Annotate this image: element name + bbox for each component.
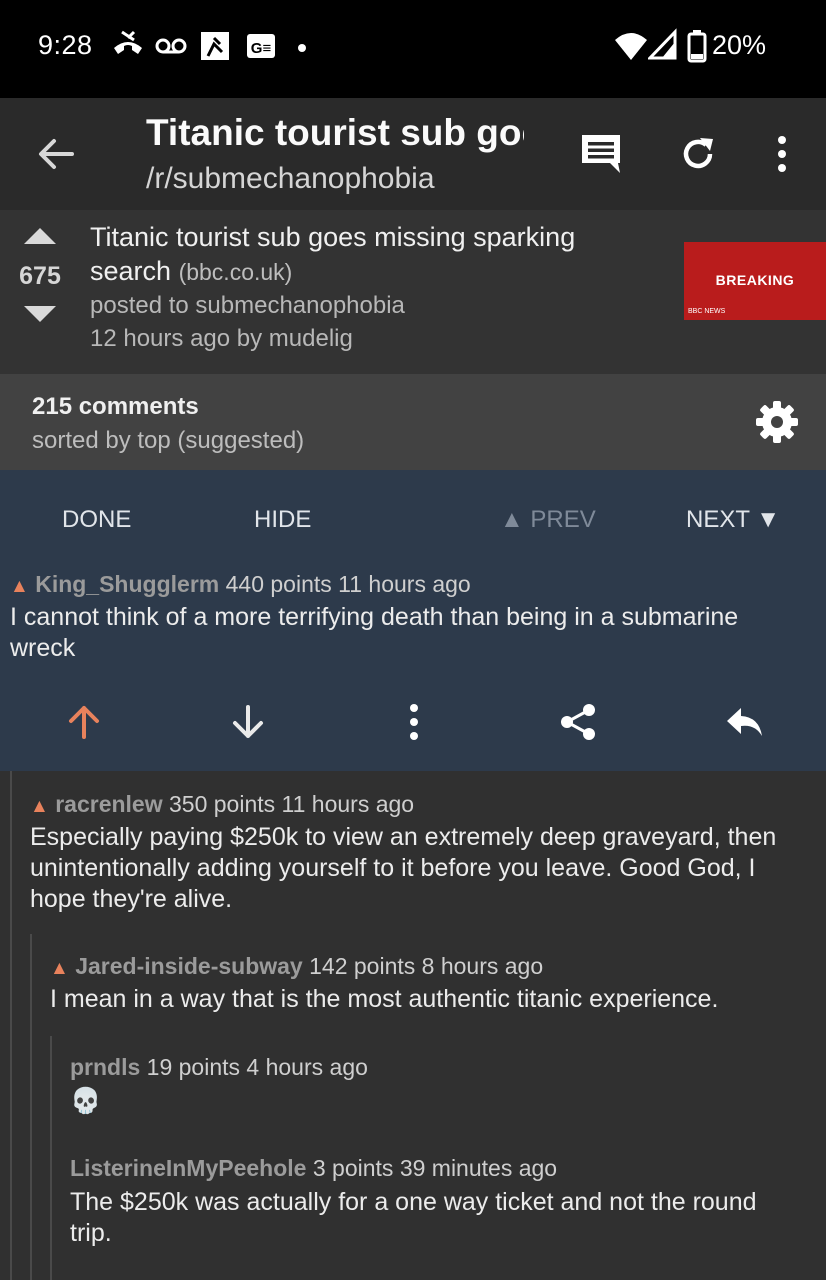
comment-points: 3 points xyxy=(312,1155,394,1181)
comment-author[interactable]: King_Shugglerm xyxy=(35,571,219,597)
thread-line xyxy=(10,771,12,1280)
app-icon xyxy=(201,32,229,60)
upvoted-indicator-icon: ▲ xyxy=(10,576,29,597)
svg-text:G≡: G≡ xyxy=(251,40,272,57)
comment-author[interactable]: ListerineInMyPeehole xyxy=(70,1155,306,1181)
more-options-icon[interactable] xyxy=(394,702,434,742)
comment-body: I mean in a way that is the most authent… xyxy=(50,985,719,1013)
status-time: 9:28 xyxy=(38,30,93,60)
done-button[interactable]: DONE xyxy=(62,506,131,534)
comment-time: 8 hours ago xyxy=(421,953,544,979)
sort-label[interactable]: sorted by top (suggested) xyxy=(32,427,304,455)
post-domain: (bbc.co.uk) xyxy=(178,259,293,285)
wifi-icon xyxy=(615,33,647,60)
comment-body: 💀 xyxy=(70,1087,102,1115)
comment-header: prndls 19 points 4 hours ago xyxy=(70,1054,368,1081)
call-icon xyxy=(114,30,142,54)
thumbnail-text: BREAKING xyxy=(715,272,795,288)
comment-points: 350 points xyxy=(169,791,276,817)
comment-header: ▲ King_Shugglerm 440 points 11 hours ago xyxy=(10,571,471,598)
comment-points: 440 points xyxy=(225,571,332,597)
comments-bar xyxy=(0,374,826,470)
voicemail-icon xyxy=(155,38,187,54)
post-title[interactable]: Titanic tourist sub goes missing sparkin… xyxy=(90,220,650,289)
comment-header: ▲ Jared-inside-subway 142 points 8 hours… xyxy=(50,953,543,980)
post-title-text: Titanic tourist sub goes missing sparkin… xyxy=(90,222,576,286)
prev-button[interactable]: ▲ PREV xyxy=(500,506,596,534)
thread-line xyxy=(50,1036,52,1280)
subreddit-link[interactable]: /r/submechanophobia xyxy=(146,162,435,196)
refresh-icon[interactable] xyxy=(678,134,718,174)
upvoted-indicator-icon: ▲ xyxy=(50,958,69,979)
comment-header: ListerineInMyPeehole 3 points 39 minutes… xyxy=(70,1155,557,1182)
post-upvote-icon[interactable] xyxy=(22,226,58,246)
comment-time: 11 hours ago xyxy=(338,571,471,597)
upvote-icon[interactable] xyxy=(64,702,104,742)
comment-time: 11 hours ago xyxy=(281,791,415,817)
post-subreddit: posted to submechanophobia xyxy=(90,292,405,319)
comment-body: I cannot think of a more terrifying deat… xyxy=(10,603,739,662)
status-bar: 9:28 G≡ 20% xyxy=(0,0,826,98)
translate-icon: G≡ xyxy=(247,34,275,58)
back-arrow-icon[interactable] xyxy=(36,134,76,174)
comment-author[interactable]: racrenlew xyxy=(55,791,162,817)
notification-dot-icon xyxy=(298,44,306,52)
downvote-icon[interactable] xyxy=(228,702,268,742)
thread-line xyxy=(30,934,32,1280)
comment-icon[interactable] xyxy=(580,133,622,175)
share-icon[interactable] xyxy=(558,702,598,742)
more-vert-icon[interactable] xyxy=(772,134,792,174)
signal-icon xyxy=(648,28,677,60)
post-time-author: 12 hours ago by mudelig xyxy=(90,325,353,352)
reply-icon[interactable] xyxy=(724,702,764,742)
comment-header: ▲ racrenlew 350 points 11 hours ago xyxy=(30,791,414,818)
post-downvote-icon[interactable] xyxy=(22,304,58,324)
comment-count: 215 comments xyxy=(32,393,199,420)
comment-author[interactable]: Jared-inside-subway xyxy=(75,953,303,979)
comment-body: Especially paying $250k to view an extre… xyxy=(30,823,777,913)
comment-points: 142 points xyxy=(309,953,416,979)
post-score: 675 xyxy=(19,262,61,290)
upvoted-indicator-icon: ▲ xyxy=(30,796,49,817)
thumbnail-brand: BBC NEWS xyxy=(688,308,726,315)
comment-body: The $250k was actually for a one way tic… xyxy=(70,1188,757,1247)
battery-icon xyxy=(687,30,707,63)
battery-percent: 20% xyxy=(712,30,767,60)
comment-author[interactable]: prndls xyxy=(70,1054,140,1080)
comment-points: 19 points xyxy=(146,1054,241,1080)
hide-button[interactable]: HIDE xyxy=(254,506,311,534)
comment-time: 39 minutes ago xyxy=(399,1155,558,1181)
next-button[interactable]: NEXT ▼ xyxy=(686,506,780,534)
post-thumbnail[interactable]: BREAKING BBC NEWS xyxy=(684,242,826,320)
comment-time: 4 hours ago xyxy=(246,1054,368,1080)
gear-icon[interactable] xyxy=(755,400,799,444)
page-title: Titanic tourist sub goes missing sparkin… xyxy=(146,112,524,153)
